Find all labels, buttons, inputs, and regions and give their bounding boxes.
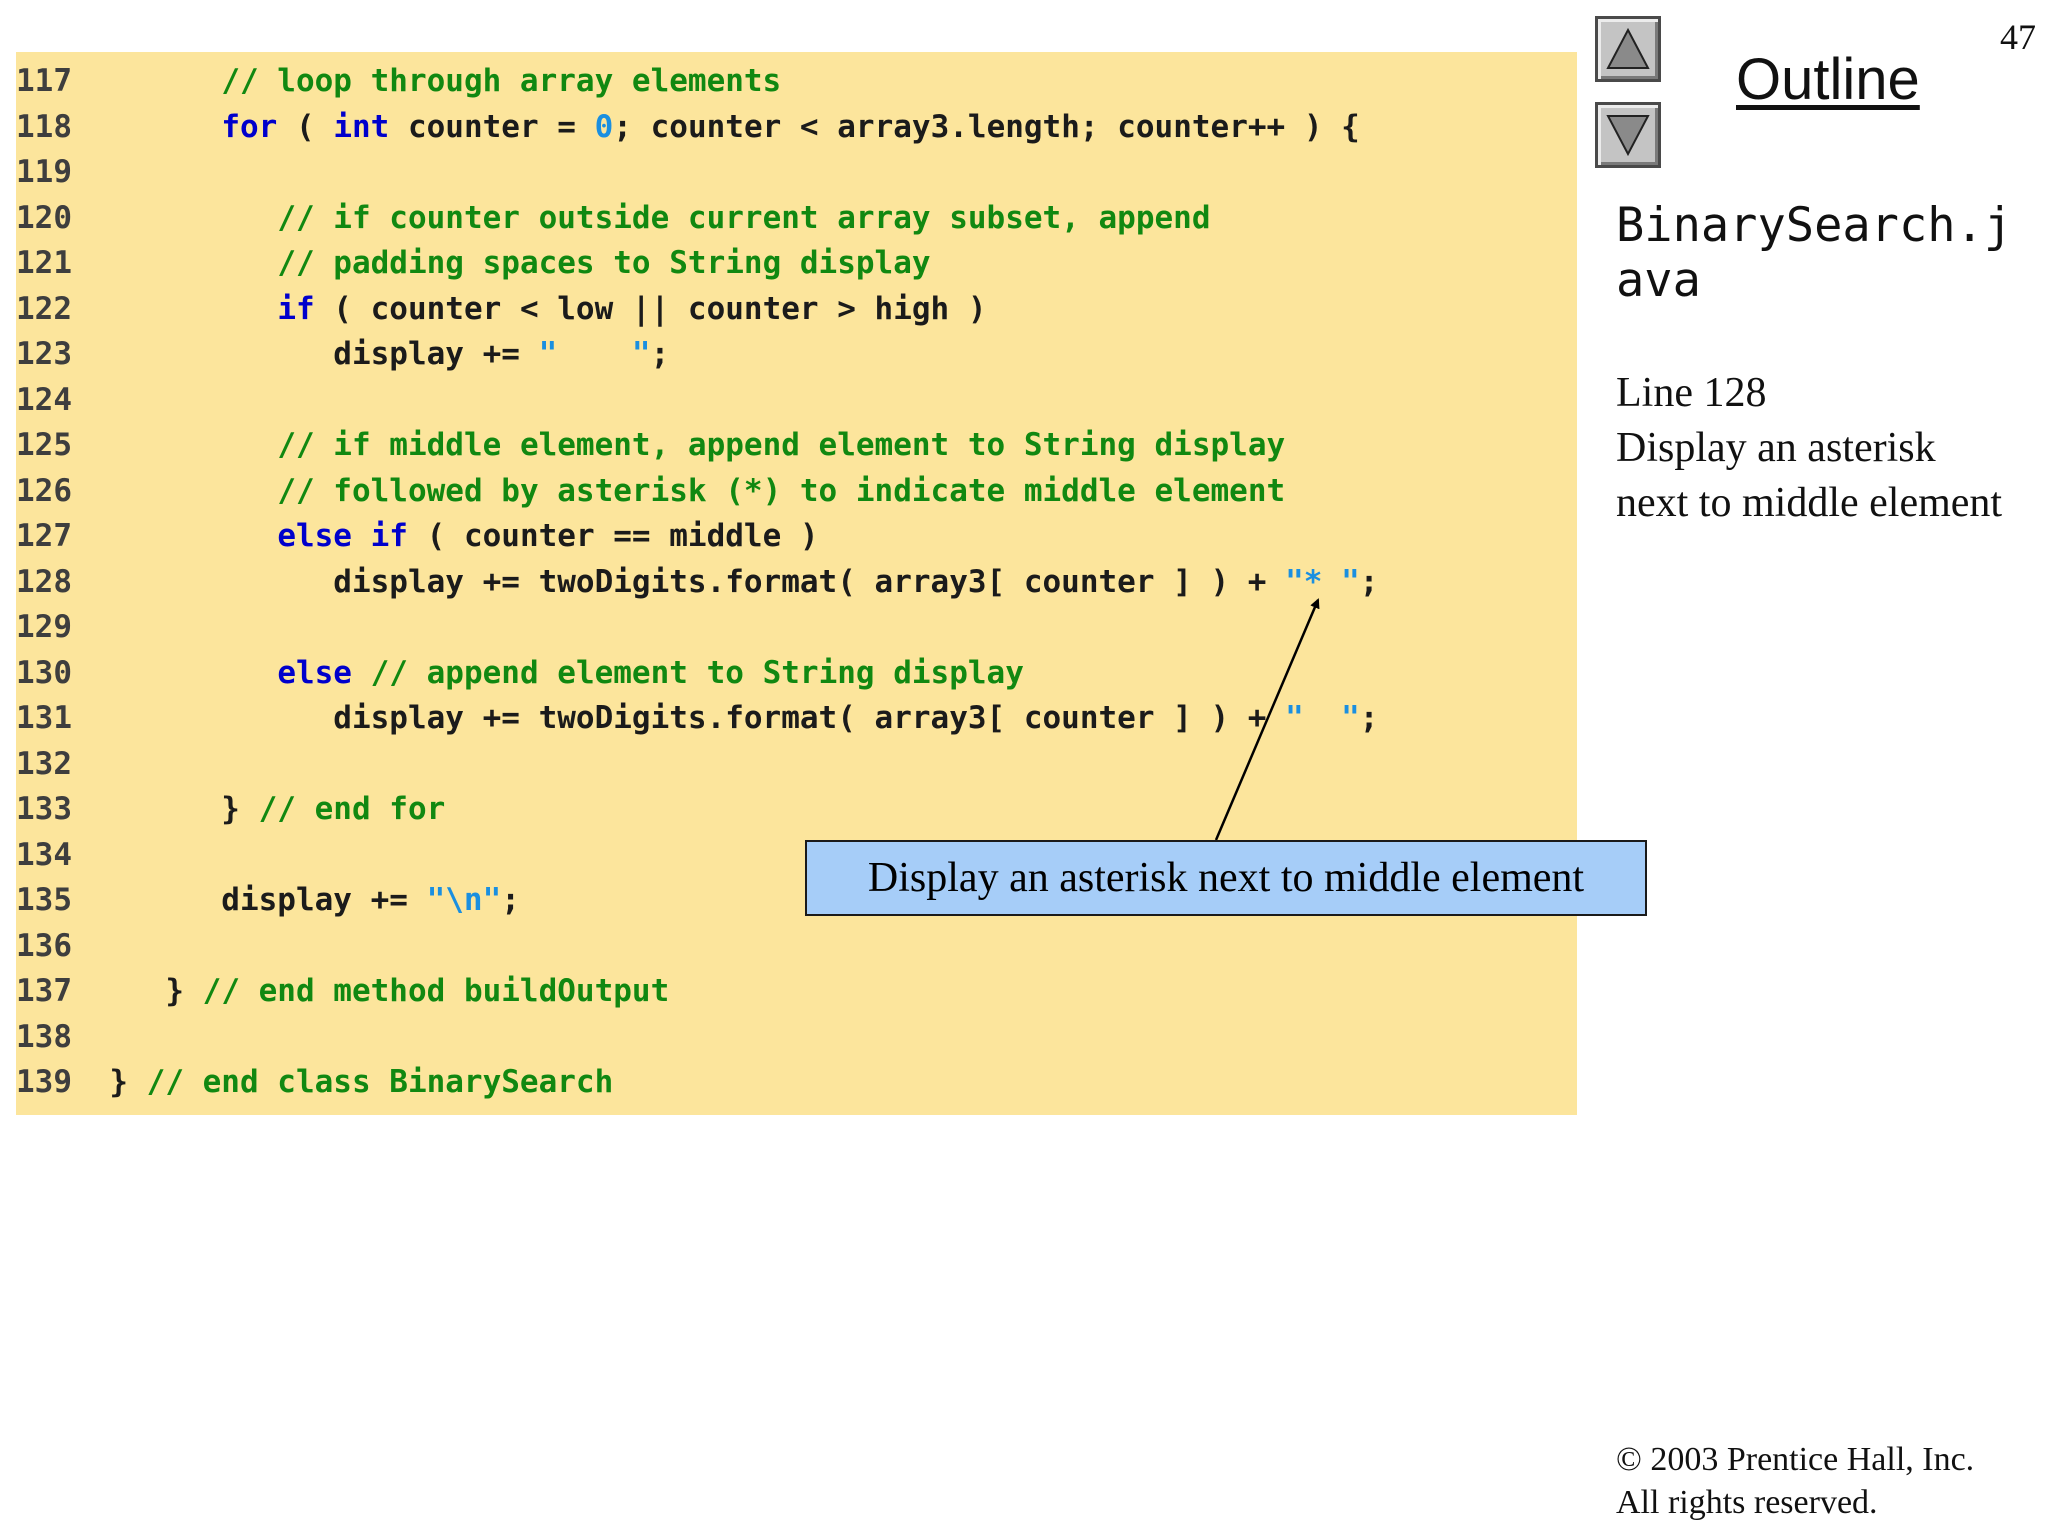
footer: © 2003 Prentice Hall, Inc. All rights re…	[1616, 1438, 1974, 1524]
copyright-text: © 2003 Prentice Hall, Inc.	[1616, 1441, 1975, 1478]
callout-arrow	[1214, 598, 1320, 841]
callout-box: Display an asterisk next to middle eleme…	[805, 840, 1647, 916]
rights-text: All rights reserved.	[1616, 1484, 1878, 1521]
